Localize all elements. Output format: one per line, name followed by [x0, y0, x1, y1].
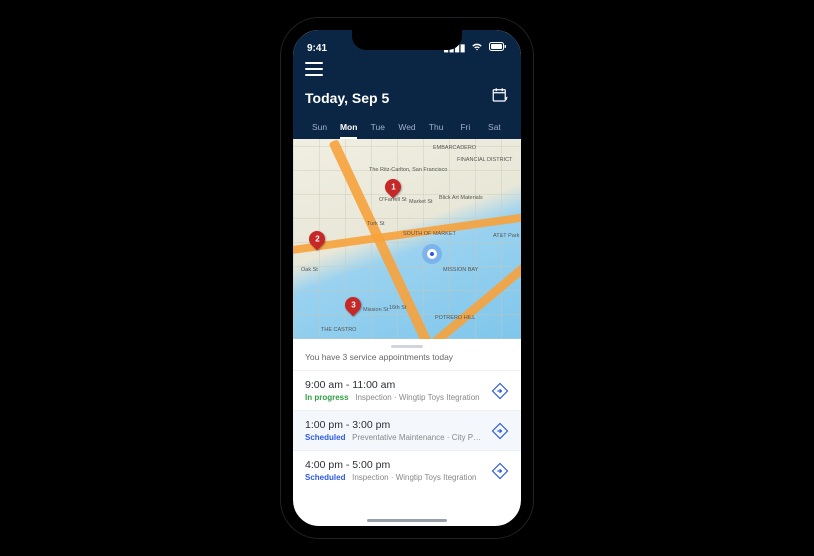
map-pin-3[interactable]: 3: [342, 294, 365, 317]
map-poi-label: SOUTH OF MARKET: [403, 231, 456, 237]
map-poi-label: POTRERO HILL: [435, 315, 475, 321]
appointments-sheet: You have 3 service appointments today 9:…: [293, 345, 521, 490]
map-poi-label: FINANCIAL DISTRICT: [457, 157, 512, 163]
status-badge: Scheduled: [305, 433, 345, 442]
day-tabs: SunMonTueWedThuFriSat: [305, 117, 509, 139]
phone-frame: 9:41 ▮▮▮▮ Today, Sep 5 SunMon: [281, 18, 533, 538]
appointment-time: 1:00 pm - 3:00 pm: [305, 419, 483, 431]
calendar-icon[interactable]: [491, 86, 509, 109]
appointment-time: 4:00 pm - 5:00 pm: [305, 459, 483, 471]
summary-text: You have 3 service appointments today: [293, 352, 521, 370]
appointment-info: 9:00 am - 11:00 am In progress Inspection…: [305, 379, 483, 402]
map-view[interactable]: EMBARCADERO The Ritz-Carlton, San Francis…: [293, 139, 521, 339]
appointment-item[interactable]: 1:00 pm - 3:00 pm Scheduled Preventative …: [293, 410, 521, 450]
app-header: Today, Sep 5 SunMonTueWedThuFriSat: [293, 56, 521, 139]
day-tab-thu[interactable]: Thu: [422, 117, 451, 139]
menu-button[interactable]: [305, 62, 323, 76]
my-location-icon[interactable]: [427, 249, 437, 259]
page-title: Today, Sep 5: [305, 90, 389, 106]
day-tab-sat[interactable]: Sat: [480, 117, 509, 139]
map-poi-label: Oak St: [301, 267, 318, 273]
map-poi-label: EMBARCADERO: [433, 145, 476, 151]
directions-icon[interactable]: [491, 462, 509, 480]
wifi-icon: [471, 43, 486, 54]
appointment-item[interactable]: 9:00 am - 11:00 am In progress Inspection…: [293, 370, 521, 410]
appointment-time: 9:00 am - 11:00 am: [305, 379, 483, 391]
day-tab-mon[interactable]: Mon: [334, 117, 363, 139]
appointment-list: 9:00 am - 11:00 am In progress Inspection…: [293, 370, 521, 490]
map-poi-label: Mission St: [363, 307, 388, 313]
status-badge: Scheduled: [305, 473, 345, 482]
drag-handle[interactable]: [391, 345, 423, 348]
map-poi-label: Market St: [409, 199, 433, 205]
battery-icon: [489, 43, 507, 54]
appointment-meta: Scheduled Inspection · Wingtip Toys Iteg…: [305, 473, 483, 482]
map-poi-label: THE CASTRO: [321, 327, 356, 333]
day-tab-tue[interactable]: Tue: [363, 117, 392, 139]
appointment-meta: Scheduled Preventative Maintenance · Cit…: [305, 433, 483, 442]
status-badge: In progress: [305, 393, 349, 402]
device-notch: [352, 30, 462, 50]
appointment-info: 1:00 pm - 3:00 pm Scheduled Preventative …: [305, 419, 483, 442]
appointment-info: 4:00 pm - 5:00 pm Scheduled Inspection · …: [305, 459, 483, 482]
map-road: [429, 239, 521, 339]
appointment-meta: In progress Inspection · Wingtip Toys It…: [305, 393, 483, 402]
map-poi-label: Blick Art Materials: [439, 195, 483, 201]
appointment-item[interactable]: 4:00 pm - 5:00 pm Scheduled Inspection · …: [293, 450, 521, 490]
directions-icon[interactable]: [491, 422, 509, 440]
directions-icon[interactable]: [491, 382, 509, 400]
day-tab-wed[interactable]: Wed: [392, 117, 421, 139]
home-indicator[interactable]: [367, 519, 447, 522]
map-poi-label: 16th St: [389, 305, 406, 311]
map-pin-1[interactable]: 1: [382, 176, 405, 199]
day-tab-sun[interactable]: Sun: [305, 117, 334, 139]
map-poi-label: MISSION BAY: [443, 267, 478, 273]
day-tab-fri[interactable]: Fri: [451, 117, 480, 139]
map-poi-label: AT&T Park: [493, 233, 519, 239]
map-poi-label: The Ritz-Carlton, San Francisco: [369, 167, 447, 173]
clock: 9:41: [307, 43, 327, 54]
map-poi-label: Turk St: [367, 221, 385, 227]
